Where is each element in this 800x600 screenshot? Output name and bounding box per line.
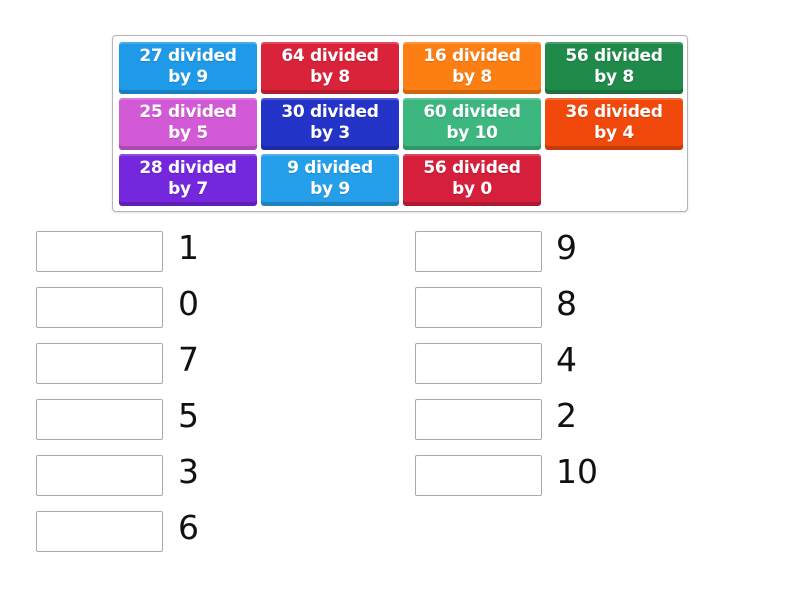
answer-label: 0	[178, 284, 199, 323]
tile-line2: by 9	[168, 66, 208, 87]
answer-label: 8	[556, 284, 577, 323]
tile-line1: 30 divided	[281, 101, 379, 122]
tile-line2: by 8	[594, 66, 634, 87]
answer-label: 9	[556, 228, 577, 267]
tile-line1: 9 divided	[287, 157, 373, 178]
tile[interactable]: 60 divided by 10	[403, 98, 541, 150]
tile-line1: 16 divided	[423, 45, 521, 66]
drop-slot[interactable]	[36, 511, 163, 552]
tile-line2: by 10	[446, 122, 498, 143]
tile[interactable]: 28 divided by 7	[119, 154, 257, 206]
tile-line2: by 5	[168, 122, 208, 143]
answer-label: 3	[178, 452, 199, 491]
tile-line1: 56 divided	[565, 45, 663, 66]
answer-label: 2	[556, 396, 577, 435]
drop-slot[interactable]	[415, 343, 542, 384]
tile[interactable]: 64 divided by 8	[261, 42, 399, 94]
tile-line1: 36 divided	[565, 101, 663, 122]
tile-line1: 64 divided	[281, 45, 379, 66]
tile[interactable]: 36 divided by 4	[545, 98, 683, 150]
drop-slot[interactable]	[415, 399, 542, 440]
answer-label: 4	[556, 340, 577, 379]
drop-slot[interactable]	[36, 455, 163, 496]
answer-label: 6	[178, 508, 199, 547]
tile-line1: 56 divided	[423, 157, 521, 178]
tile[interactable]: 56 divided by 0	[403, 154, 541, 206]
drop-slot[interactable]	[36, 287, 163, 328]
answer-label: 7	[178, 340, 199, 379]
tile-bank: 27 divided by 9 64 divided by 8 16 divided…	[112, 35, 688, 212]
tile-line2: by 8	[310, 66, 350, 87]
tile-line1: 60 divided	[423, 101, 521, 122]
tile-line2: by 8	[452, 66, 492, 87]
tile-line2: by 0	[452, 178, 492, 199]
drop-slot[interactable]	[36, 399, 163, 440]
tile-line1: 25 divided	[139, 101, 237, 122]
tile-line1: 27 divided	[139, 45, 237, 66]
tile-line2: by 4	[594, 122, 634, 143]
tile[interactable]: 27 divided by 9	[119, 42, 257, 94]
tile[interactable]: 16 divided by 8	[403, 42, 541, 94]
answer-label: 10	[556, 452, 598, 491]
drop-slot[interactable]	[415, 455, 542, 496]
answer-label: 5	[178, 396, 199, 435]
tile-line2: by 9	[310, 178, 350, 199]
tile-line2: by 3	[310, 122, 350, 143]
drop-slot[interactable]	[36, 231, 163, 272]
answer-label: 1	[178, 228, 199, 267]
tile[interactable]: 9 divided by 9	[261, 154, 399, 206]
tile[interactable]: 30 divided by 3	[261, 98, 399, 150]
tile[interactable]: 56 divided by 8	[545, 42, 683, 94]
drop-slot[interactable]	[415, 287, 542, 328]
tile-line1: 28 divided	[139, 157, 237, 178]
drop-slot[interactable]	[415, 231, 542, 272]
tile[interactable]: 25 divided by 5	[119, 98, 257, 150]
drop-slot[interactable]	[36, 343, 163, 384]
tile-line2: by 7	[168, 178, 208, 199]
